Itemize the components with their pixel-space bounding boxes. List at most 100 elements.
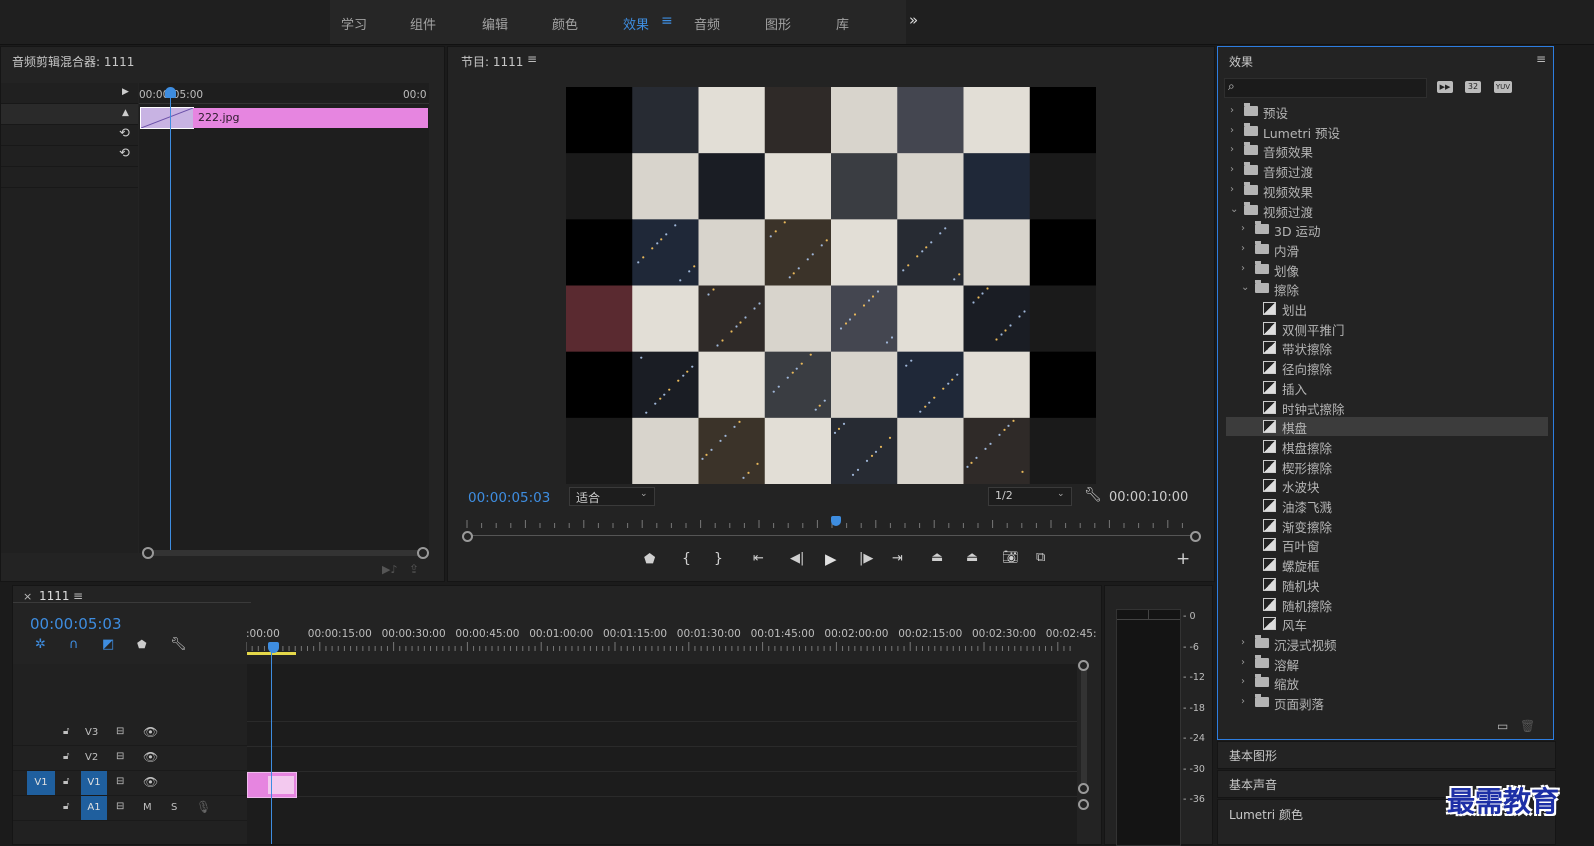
workspace-overflow-button[interactable]: » [909, 11, 918, 29]
lock-icon[interactable]: 🔓︎ [63, 751, 69, 762]
chevron-right-icon[interactable]: › [1230, 144, 1234, 155]
effect-folder[interactable]: › 音频过渡 [1226, 161, 1548, 180]
reset-icon[interactable]: ⟲ [119, 146, 130, 161]
scroll-handle-bottom[interactable] [1078, 783, 1089, 794]
source-patch-v1[interactable]: V1 [27, 771, 55, 795]
chevron-right-icon[interactable]: › [1241, 637, 1245, 648]
scroll-handle-top[interactable] [1078, 660, 1089, 671]
mixer-clip[interactable]: 222.jpg [193, 108, 428, 128]
add-marker-icon[interactable]: ⬟ [137, 638, 147, 651]
effect-folder[interactable]: › 划像 [1226, 260, 1548, 279]
effect-folder[interactable]: › 沉浸式视频 [1226, 634, 1548, 653]
wrench-icon[interactable]: 🔧︎ [1084, 487, 1102, 503]
scroll-handle-right[interactable] [417, 547, 429, 559]
reset-icon[interactable]: ⟲ [119, 126, 130, 141]
sync-lock-icon[interactable]: ⊟ [116, 776, 124, 787]
snap-magnet-icon[interactable]: ∩ [69, 637, 79, 652]
sequence-tab[interactable]: 1111 [39, 589, 70, 603]
add-marker-icon[interactable]: ⬟ [644, 552, 655, 567]
collapse-icon[interactable]: ▲ [122, 108, 129, 118]
zoom-handle-left[interactable] [462, 531, 473, 542]
effect-item[interactable]: 楔形擦除 [1226, 457, 1548, 476]
audio-scroll-handle[interactable] [1078, 799, 1089, 810]
eye-icon[interactable]: 👁︎ [143, 775, 158, 789]
effect-item[interactable]: 双侧平推门 [1226, 319, 1548, 338]
chevron-right-icon[interactable]: › [1241, 223, 1245, 234]
chevron-down-icon[interactable]: ⌄ [1241, 282, 1249, 293]
compare-view-icon[interactable]: ⧉ [1036, 550, 1045, 565]
go-to-in-icon[interactable]: ⇤ [753, 551, 764, 566]
effect-folder[interactable]: › 视频效果 [1226, 181, 1548, 200]
scroll-handle-left[interactable] [142, 547, 154, 559]
chevron-down-icon[interactable]: ⌄ [1230, 204, 1238, 215]
program-timecode[interactable]: 00:00:05:03 [468, 490, 550, 506]
effect-item[interactable]: 随机块 [1226, 575, 1548, 594]
track-target-v1[interactable]: V1 [81, 771, 107, 795]
workspace-tab-editing[interactable]: 编辑 [482, 14, 508, 33]
chevron-right-icon[interactable]: › [1230, 125, 1234, 136]
chevron-right-icon[interactable]: › [1230, 105, 1234, 116]
extract-icon[interactable]: ⏏ [966, 550, 978, 565]
video-frame[interactable] [566, 87, 1097, 485]
chevron-right-icon[interactable]: › [1241, 243, 1245, 254]
yuv-effects-icon[interactable]: YUV [1494, 81, 1512, 93]
nest-sequence-icon[interactable]: ✲ [35, 637, 46, 652]
panel-menu-icon[interactable]: ≡ [527, 52, 537, 66]
eye-icon[interactable]: 👁︎ [143, 725, 158, 739]
export-audio-icon[interactable]: ▶♪ [382, 563, 397, 576]
linked-selection-icon[interactable]: ◩ [102, 637, 114, 652]
new-bin-icon[interactable]: ▭ [1497, 719, 1508, 733]
chevron-right-icon[interactable]: › [1241, 657, 1245, 668]
chevron-right-icon[interactable]: › [1241, 676, 1245, 687]
mark-out-icon[interactable]: } [714, 551, 723, 567]
effect-folder[interactable]: › 音频效果 [1226, 141, 1548, 160]
chevron-right-icon[interactable]: › [1241, 696, 1245, 707]
effect-folder[interactable]: › 预设 [1226, 102, 1548, 121]
mixer-scrollbar[interactable] [145, 550, 423, 556]
workspace-tab-learn[interactable]: 学习 [341, 14, 367, 33]
export-icon[interactable]: ⇪ [409, 562, 419, 576]
effect-item[interactable]: 棋盘 [1226, 417, 1548, 437]
effect-item[interactable]: 时钟式擦除 [1226, 398, 1548, 417]
play-triangle-icon[interactable]: ▶ [122, 87, 129, 97]
mute-button[interactable]: M [143, 802, 152, 813]
effect-item[interactable]: 百叶窗 [1226, 535, 1548, 554]
effect-item[interactable]: 划出 [1226, 299, 1548, 318]
effect-folder[interactable]: › 3D 运动 [1226, 220, 1548, 239]
sync-lock-icon[interactable]: ⊟ [116, 726, 124, 737]
effect-item[interactable]: 随机擦除 [1226, 595, 1548, 614]
track-target-a1[interactable]: A1 [81, 796, 107, 820]
workspace-tab-assembly[interactable]: 组件 [410, 14, 436, 33]
program-playhead[interactable] [831, 516, 841, 526]
zoom-handle-right[interactable] [1190, 531, 1201, 542]
program-title[interactable]: 节目: 1111 [461, 53, 523, 70]
workspace-tab-libraries[interactable]: 库 [836, 14, 849, 33]
workspace-tab-color[interactable]: 颜色 [552, 14, 578, 33]
accelerated-effects-icon[interactable]: ▶▶ [1437, 81, 1453, 93]
playhead-handle[interactable] [165, 87, 176, 98]
effect-item[interactable]: 风车 [1226, 614, 1548, 633]
solo-button[interactable]: S [171, 802, 177, 813]
sync-lock-icon[interactable]: ⊟ [116, 751, 124, 762]
effects-search-input[interactable]: ⌕ [1224, 78, 1427, 98]
effect-item[interactable]: 带状擦除 [1226, 338, 1548, 357]
workspace-menu-icon[interactable]: ≡ [661, 13, 673, 29]
effect-folder[interactable]: ⌄ 视频过渡 [1226, 201, 1548, 220]
program-zoom-bar[interactable] [468, 535, 1195, 536]
camera-icon[interactable]: 📷︎ [1002, 550, 1019, 565]
eye-icon[interactable]: 👁︎ [143, 750, 158, 764]
effect-folder[interactable]: ⌄ 擦除 [1226, 279, 1548, 298]
step-forward-icon[interactable]: |▶ [859, 551, 873, 566]
effect-folder[interactable]: › 页面剥落 [1226, 693, 1548, 712]
play-icon[interactable]: ▶ [825, 550, 837, 568]
workspace-tab-effects[interactable]: 效果 [623, 14, 649, 33]
workspace-tab-audio[interactable]: 音频 [694, 14, 720, 33]
microphone-icon[interactable]: 🎙︎ [196, 800, 211, 814]
resolution-dropdown[interactable]: 1/2 ⌄ [988, 487, 1072, 506]
fit-dropdown[interactable]: 适合 ⌄ [569, 487, 655, 506]
program-time-ruler[interactable] [462, 517, 1197, 528]
track-area[interactable] [247, 646, 1077, 844]
timeline-ruler[interactable]: :00:00 00:00:15:00 00:00:30:00 00:00:45:00 0… [246, 624, 1097, 656]
effects-title[interactable]: 效果 [1229, 53, 1253, 70]
transition-block[interactable] [140, 107, 194, 129]
